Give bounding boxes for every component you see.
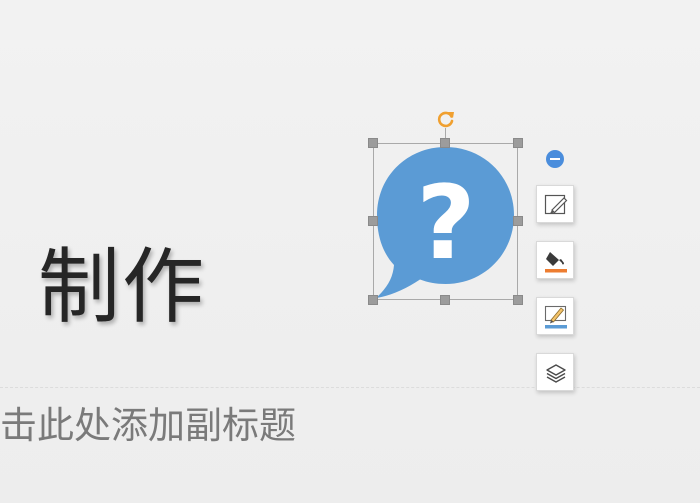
resize-handle-left[interactable] — [368, 216, 378, 226]
layers-icon — [546, 364, 566, 383]
resize-handle-right[interactable] — [513, 216, 523, 226]
fill-bucket-icon — [545, 252, 567, 273]
resize-handle-bottom-right[interactable] — [513, 295, 523, 305]
shape-fill-button[interactable] — [536, 241, 574, 279]
resize-handle-bottom[interactable] — [440, 295, 450, 305]
shape-outline-button[interactable] — [536, 297, 574, 335]
resize-handle-top-right[interactable] — [513, 138, 523, 148]
slide-canvas[interactable]: 制作 击此处添加副标题 ? — [0, 0, 700, 503]
subtitle-placeholder[interactable]: 击此处添加副标题 — [0, 400, 296, 452]
outline-pen-icon — [544, 305, 567, 329]
resize-handle-top-left[interactable] — [368, 138, 378, 148]
style-icon — [544, 194, 568, 215]
resize-handle-bottom-left[interactable] — [368, 295, 378, 305]
slide-title[interactable]: 制作 — [38, 238, 206, 338]
shape-style-button[interactable] — [536, 185, 574, 223]
subtitle-placeholder-border — [0, 387, 700, 388]
rotate-handle-icon[interactable] — [435, 108, 457, 130]
selected-shape[interactable]: ? — [368, 138, 523, 305]
selection-border — [373, 143, 518, 300]
arrange-layers-button[interactable] — [536, 353, 574, 391]
resize-handle-top[interactable] — [440, 138, 450, 148]
collapse-toolbar-button[interactable] — [546, 150, 564, 168]
